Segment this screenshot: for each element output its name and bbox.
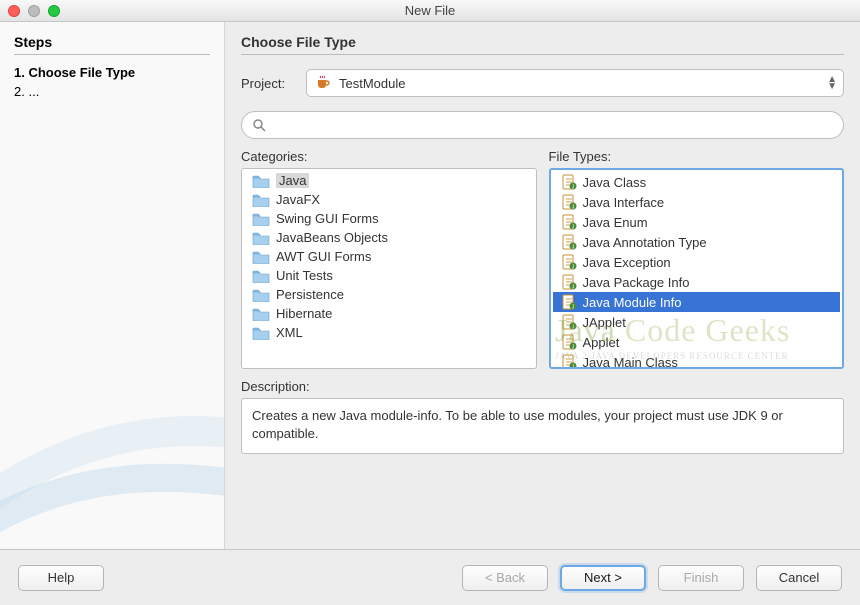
description-box: Creates a new Java module-info. To be ab… [241, 398, 844, 454]
folder-icon [252, 231, 270, 245]
category-item[interactable]: AWT GUI Forms [244, 247, 534, 266]
filetypes-label: File Types: [549, 149, 845, 164]
category-item[interactable]: Unit Tests [244, 266, 534, 285]
filter-field[interactable] [241, 111, 844, 139]
filetype-item-label: Java Exception [583, 255, 671, 270]
project-row: Project: TestModule ▲▼ [241, 69, 844, 97]
categories-column: Categories: JavaJavaFXSwing GUI FormsJav… [241, 149, 537, 369]
steps-divider [14, 54, 210, 55]
java-file-icon: J [561, 334, 577, 350]
category-item-label: Swing GUI Forms [276, 211, 379, 226]
filetype-item-label: Java Package Info [583, 275, 690, 290]
java-file-icon: J [561, 214, 577, 230]
back-button[interactable]: < Back [462, 565, 548, 591]
folder-icon [252, 212, 270, 226]
project-label: Project: [241, 76, 296, 91]
category-item[interactable]: JavaFX [244, 190, 534, 209]
category-item-label: Persistence [276, 287, 344, 302]
java-file-icon: J [561, 194, 577, 210]
java-file-icon: J [561, 294, 577, 310]
combo-arrows-icon: ▲▼ [827, 76, 837, 90]
category-item[interactable]: Persistence [244, 285, 534, 304]
filetype-item[interactable]: J Java Class [553, 172, 841, 192]
step-item-2: ... [14, 84, 210, 99]
java-file-icon: J [561, 274, 577, 290]
category-item[interactable]: XML [244, 323, 534, 342]
category-item-label: Java [276, 173, 309, 188]
category-item-label: JavaFX [276, 192, 320, 207]
java-file-icon: J [561, 314, 577, 330]
footer: Help < Back Next > Finish Cancel [0, 549, 860, 605]
filetype-item[interactable]: J Java Package Info [553, 272, 841, 292]
coffee-cup-icon [315, 75, 331, 91]
category-item-label: Unit Tests [276, 268, 333, 283]
help-button[interactable]: Help [18, 565, 104, 591]
category-item[interactable]: JavaBeans Objects [244, 228, 534, 247]
filetype-item-label: Java Class [583, 175, 647, 190]
categories-label: Categories: [241, 149, 537, 164]
filter-input[interactable] [272, 118, 833, 133]
category-item[interactable]: Java [244, 171, 534, 190]
categories-list[interactable]: Java JavaFX Swing GUI Forms JavaBeans Objec… [241, 168, 537, 369]
titlebar: New File [0, 0, 860, 22]
filetype-item[interactable]: J Java Module Info [553, 292, 841, 312]
folder-icon [252, 307, 270, 321]
filetype-item[interactable]: J Java Main Class [553, 352, 841, 369]
filter-row [241, 111, 844, 139]
filetype-item[interactable]: J Java Interface [553, 192, 841, 212]
description-label: Description: [241, 379, 844, 394]
page-title: Choose File Type [241, 34, 844, 50]
folder-icon [252, 326, 270, 340]
filetypes-column: File Types: JJava ClassJJava InterfaceJJ… [549, 149, 845, 369]
category-item[interactable]: Swing GUI Forms [244, 209, 534, 228]
category-item-label: Hibernate [276, 306, 332, 321]
search-icon [252, 118, 266, 132]
folder-icon [252, 288, 270, 302]
java-file-icon: J [561, 354, 577, 369]
filetype-item[interactable]: J Java Enum [553, 212, 841, 232]
filetypes-list[interactable]: J Java Class J Java Interface J Java Enum J Jav… [549, 168, 845, 369]
category-item-label: AWT GUI Forms [276, 249, 371, 264]
category-item-label: JavaBeans Objects [276, 230, 388, 245]
folder-icon [252, 269, 270, 283]
cancel-button[interactable]: Cancel [756, 565, 842, 591]
folder-icon [252, 193, 270, 207]
window-title: New File [0, 3, 860, 18]
steps-list: Choose File Type ... [14, 65, 210, 103]
wizard-sidebar: Steps Choose File Type ... [0, 22, 225, 549]
filetype-item[interactable]: J Applet [553, 332, 841, 352]
description-text: Creates a new Java module-info. To be ab… [252, 408, 783, 441]
java-file-icon: J [561, 174, 577, 190]
folder-icon [252, 174, 270, 188]
java-file-icon: J [561, 234, 577, 250]
lists-row: Categories: JavaJavaFXSwing GUI FormsJav… [241, 149, 844, 369]
category-item[interactable]: Hibernate [244, 304, 534, 323]
filetype-item[interactable]: J Java Annotation Type [553, 232, 841, 252]
dialog-body: Steps Choose File Type ... Choose File T… [0, 22, 860, 549]
java-file-icon: J [561, 254, 577, 270]
category-item-label: XML [276, 325, 303, 340]
new-file-dialog: New File Steps Choose File Type ... Choo… [0, 0, 860, 605]
sidebar-decoration [0, 329, 225, 549]
folder-icon [252, 250, 270, 264]
filetype-item-label: Java Main Class [583, 355, 678, 370]
page-divider [241, 54, 844, 55]
filetype-item-label: Java Interface [583, 195, 665, 210]
step-item-1: Choose File Type [14, 65, 210, 80]
filetype-item-label: Java Module Info [583, 295, 682, 310]
filetype-item[interactable]: J JApplet [553, 312, 841, 332]
finish-button[interactable]: Finish [658, 565, 744, 591]
filetype-item[interactable]: J Java Exception [553, 252, 841, 272]
project-selected: TestModule [339, 76, 405, 91]
wizard-main: Choose File Type Project: TestModule ▲▼ [225, 22, 860, 549]
filetype-item-label: Java Enum [583, 215, 648, 230]
next-button[interactable]: Next > [560, 565, 646, 591]
steps-heading: Steps [14, 34, 210, 50]
project-combo[interactable]: TestModule ▲▼ [306, 69, 844, 97]
filetype-item-label: Java Annotation Type [583, 235, 707, 250]
filetype-item-label: Applet [583, 335, 620, 350]
filetype-item-label: JApplet [583, 315, 626, 330]
